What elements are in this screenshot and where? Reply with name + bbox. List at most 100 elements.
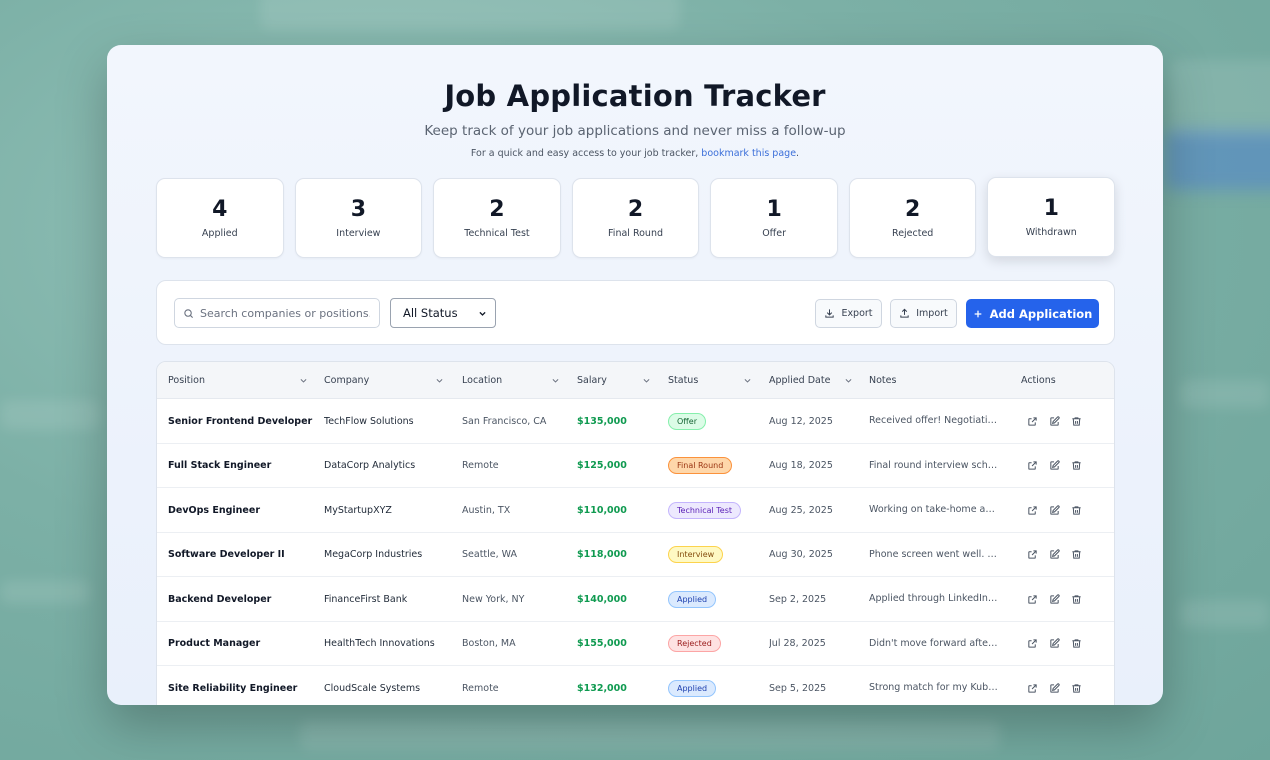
edit-icon[interactable] <box>1049 415 1060 427</box>
stat-label: Applied <box>201 228 238 239</box>
trash-icon[interactable] <box>1071 549 1082 560</box>
actions-cell <box>1027 444 1107 488</box>
chevron-down-icon <box>845 379 852 383</box>
stat-card-technical-test[interactable]: 2 Technical Test <box>433 178 561 258</box>
company-cell: FinanceFirst Bank <box>324 593 408 605</box>
column-header-status[interactable]: Status <box>668 362 752 399</box>
table-row[interactable]: Full Stack Engineer DataCorp Analytics R… <box>157 444 1114 488</box>
edit-icon[interactable] <box>1049 460 1060 471</box>
stat-card-withdrawn[interactable]: 1 Withdrawn <box>987 177 1116 257</box>
bookmark-hint: For a quick and easy access to your job … <box>107 148 1163 159</box>
location-cell: New York, NY <box>462 593 525 605</box>
location-cell: Seattle, WA <box>462 549 518 560</box>
table-row[interactable]: Backend Developer FinanceFirst Bank New … <box>157 577 1114 622</box>
bookmark-link[interactable]: bookmark this page <box>701 148 796 159</box>
export-button[interactable]: Export <box>815 299 882 328</box>
external-link-icon[interactable] <box>1027 416 1038 427</box>
edit-icon[interactable] <box>1049 682 1060 694</box>
chevron-down-icon <box>643 379 650 383</box>
table-row[interactable]: Software Developer II MegaCorp Industrie… <box>157 533 1114 577</box>
column-header-position[interactable]: Position <box>168 362 308 399</box>
hint-text: For a quick and easy access to your job … <box>470 148 702 159</box>
column-label: Salary <box>577 375 607 386</box>
salary-cell: $110,000 <box>577 504 627 516</box>
import-button[interactable]: Import <box>890 299 957 328</box>
edit-icon[interactable] <box>1049 638 1060 649</box>
status-filter-select[interactable]: All Status <box>390 298 496 328</box>
external-link-icon[interactable] <box>1027 683 1038 694</box>
external-link-icon[interactable] <box>1027 460 1038 471</box>
applied-date-cell: Jul 28, 2025 <box>769 638 826 649</box>
stat-label: Interview <box>336 228 381 239</box>
external-link-icon[interactable] <box>1027 638 1038 649</box>
stat-label: Offer <box>762 228 786 239</box>
column-header-applied-date[interactable]: Applied Date <box>769 362 853 399</box>
table-row[interactable]: Site Reliability Engineer CloudScale Sys… <box>157 666 1114 705</box>
column-label: Status <box>668 375 699 386</box>
chevron-down-icon <box>479 311 486 316</box>
stat-card-interview[interactable]: 3 Interview <box>294 178 423 258</box>
stat-card-offer[interactable]: 1 Offer <box>710 178 838 258</box>
column-label: Actions <box>1021 375 1056 386</box>
external-link-icon[interactable] <box>1027 549 1038 560</box>
actions-cell <box>1027 488 1107 532</box>
notes-cell: Didn't move forward after ini... <box>869 637 999 649</box>
search-box[interactable] <box>174 298 380 328</box>
stat-card-final-round[interactable]: 2 Final Round <box>571 178 700 258</box>
company-cell: CloudScale Systems <box>324 682 421 694</box>
notes-cell: Working on take-home assig... <box>869 504 999 515</box>
trash-icon[interactable] <box>1071 683 1082 694</box>
notes-cell: Phone screen went well. Sch... <box>869 548 999 560</box>
column-label: Position <box>168 375 205 386</box>
search-icon <box>184 308 194 318</box>
table-row[interactable]: Senior Frontend Developer TechFlow Solut… <box>157 399 1114 444</box>
trash-icon[interactable] <box>1071 594 1082 605</box>
trash-icon[interactable] <box>1071 505 1082 516</box>
stat-card-applied[interactable]: 4 Applied <box>156 178 284 258</box>
column-header-salary[interactable]: Salary <box>577 362 651 399</box>
position-cell: Software Developer II <box>168 549 285 560</box>
status-stats: 4 Applied 3 Interview 2 Technical Test 2… <box>156 177 1116 258</box>
column-label: Notes <box>869 375 897 386</box>
table-row[interactable]: Product Manager HealthTech Innovations B… <box>157 622 1114 666</box>
edit-icon[interactable] <box>1049 593 1060 605</box>
notes-cell: Strong match for my Kubern... <box>869 682 999 693</box>
table-body: Senior Frontend Developer TechFlow Solut… <box>157 399 1114 705</box>
location-cell: Austin, TX <box>462 504 511 516</box>
applications-table: Position Company Location Salary Status … <box>156 361 1115 705</box>
notes-cell: Received offer! Negotiating s... <box>869 415 999 426</box>
add-application-button[interactable]: Add Application <box>966 299 1099 328</box>
table-row[interactable]: DevOps Engineer MyStartupXYZ Austin, TX … <box>157 488 1114 533</box>
column-header-company[interactable]: Company <box>324 362 444 399</box>
position-cell: Senior Frontend Developer <box>168 415 313 427</box>
page-header: Job Application Tracker Keep track of yo… <box>107 45 1163 159</box>
column-header-location[interactable]: Location <box>462 362 560 399</box>
search-input[interactable] <box>200 306 370 320</box>
edit-icon[interactable] <box>1049 504 1060 516</box>
position-cell: DevOps Engineer <box>168 504 261 516</box>
notes-cell: Final round interview schedul... <box>869 459 999 471</box>
external-link-icon[interactable] <box>1027 505 1038 516</box>
table-header: Position Company Location Salary Status … <box>157 362 1114 399</box>
edit-icon[interactable] <box>1049 549 1060 560</box>
salary-cell: $155,000 <box>577 638 627 649</box>
actions-cell <box>1027 533 1107 577</box>
external-link-icon[interactable] <box>1027 594 1038 605</box>
chevron-down-icon <box>552 379 559 383</box>
stat-count: 3 <box>350 197 367 222</box>
import-label: Import <box>916 308 948 319</box>
trash-icon[interactable] <box>1071 416 1082 427</box>
status-cell: Applied <box>668 577 763 621</box>
salary-cell: $132,000 <box>577 682 627 694</box>
stat-label: Rejected <box>892 228 934 239</box>
hint-suffix: . <box>796 148 800 159</box>
stat-card-rejected[interactable]: 2 Rejected <box>848 178 977 258</box>
stat-label: Withdrawn <box>1025 227 1077 238</box>
salary-cell: $125,000 <box>577 460 627 471</box>
trash-icon[interactable] <box>1071 460 1082 471</box>
column-header-notes: Notes <box>869 362 989 399</box>
location-cell: Remote <box>462 460 499 471</box>
status-cell: Applied <box>668 666 763 705</box>
position-cell: Backend Developer <box>168 593 272 605</box>
trash-icon[interactable] <box>1071 638 1082 649</box>
